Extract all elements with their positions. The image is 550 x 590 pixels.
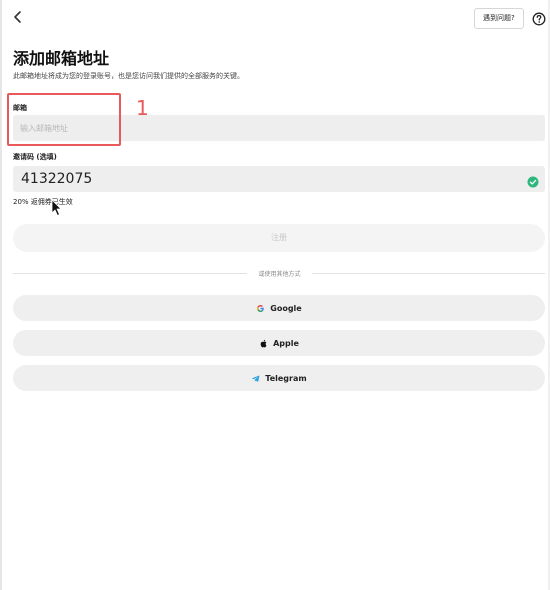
chevron-left-icon [14,11,21,23]
apple-login-button[interactable]: Apple [13,330,545,356]
telegram-icon [252,375,260,382]
question-circle-icon [532,12,546,26]
annotation-number: 1 [136,96,149,120]
divider-text: 或使用其他方式 [258,271,301,278]
apple-icon [260,339,267,347]
telegram-login-button[interactable]: Telegram [13,365,545,391]
divider-line-right [312,273,545,274]
invite-code-label: 邀请码 (选填) [13,153,57,161]
divider-line-left [13,273,247,274]
annotation-highlight-box [7,93,121,146]
back-button[interactable] [10,8,26,26]
google-login-button[interactable]: Google [13,295,545,321]
help-button[interactable] [532,11,546,26]
apple-label: Apple [273,338,299,348]
invite-code-input[interactable] [13,166,545,192]
page-title: 添加邮箱地址 [13,49,110,68]
mouse-cursor-icon [51,199,63,217]
google-label: Google [270,303,302,313]
invite-status-text: 20% 返佣券已生效 [13,198,73,206]
telegram-label: Telegram [265,373,307,383]
help-chip[interactable]: 遇到问题? [474,8,524,29]
page-subtitle: 此邮箱地址将成为您的登录账号，也是您访问我们提供的全部服务的关键。 [13,72,244,80]
window-edge-left [0,0,2,590]
google-icon [257,304,265,312]
check-circle-icon [527,173,539,188]
register-button[interactable]: 注册 [13,224,545,252]
